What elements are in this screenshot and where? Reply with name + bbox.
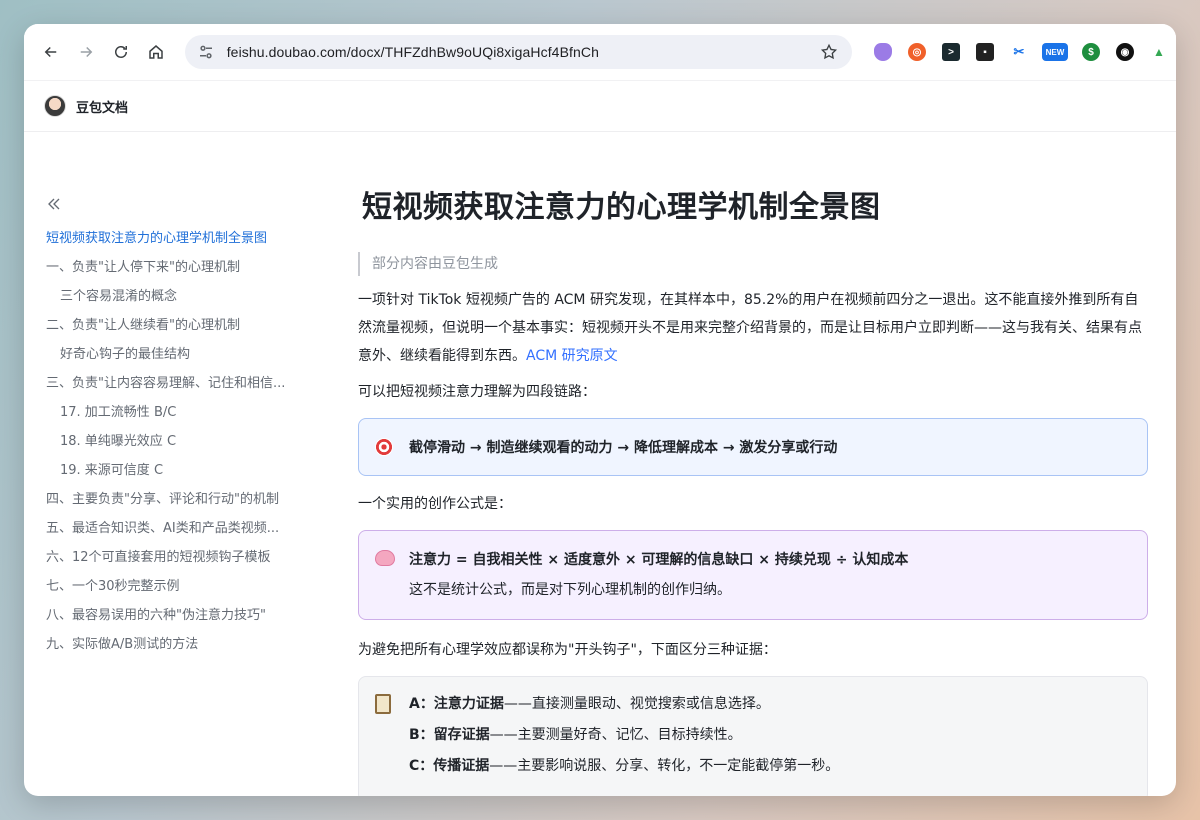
home-button[interactable] bbox=[140, 35, 173, 69]
evidence-intro: 为避免把所有心理学效应都误称为"开头钩子"，下面区分三种证据： bbox=[358, 642, 777, 658]
ext-orange-icon[interactable]: ◎ bbox=[908, 43, 926, 61]
outline-item[interactable]: 九、实际做A/B测试的方法 bbox=[42, 630, 312, 659]
collapse-outline-icon[interactable] bbox=[44, 194, 64, 214]
brain-icon bbox=[375, 550, 395, 570]
reload-icon bbox=[114, 46, 127, 58]
formula-line: 注意力 = 自我相关性 × 适度意外 × 可理解的信息缺口 × 持续兑现 ÷ 认… bbox=[409, 552, 909, 568]
back-button[interactable] bbox=[34, 35, 67, 69]
outline-item[interactable]: 好奇心钩子的最佳结构 bbox=[42, 340, 312, 369]
app-header: 豆包文档 bbox=[24, 80, 1176, 132]
ext-dark-icon[interactable]: ◉ bbox=[1116, 43, 1134, 61]
formula-intro: 一个实用的创作公式是： bbox=[358, 496, 512, 512]
evidence-c: C：传播证据——主要影响说服、分享、转化，不一定能截停第一秒。 bbox=[409, 758, 840, 774]
page-title: 短视频获取注意力的心理学机制全景图 bbox=[362, 190, 881, 225]
outline-item[interactable]: 六、12个可直接套用的短视频钩子模板 bbox=[42, 543, 312, 572]
home-icon bbox=[149, 45, 163, 59]
ext-purple-icon[interactable] bbox=[874, 43, 892, 61]
outline-item[interactable]: 18. 单纯曝光效应 C bbox=[42, 427, 312, 456]
evidence-a: A：注意力证据——直接测量眼动、视觉搜索或信息选择。 bbox=[409, 696, 770, 712]
browser-toolbar: feishu.doubao.com/docx/THFZdhBw9oUQi8xig… bbox=[24, 24, 1176, 80]
ai-generated-quote: 部分内容由豆包生成 bbox=[358, 252, 1148, 276]
ext-terminal-icon[interactable]: > bbox=[942, 43, 960, 61]
clipboard-icon bbox=[375, 694, 395, 714]
outline-item[interactable]: 七、一个30秒完整示例 bbox=[42, 572, 312, 601]
outline-item[interactable]: 三、负责"让内容容易理解、记住和相信... bbox=[42, 369, 312, 398]
ext-scissors-icon[interactable]: ✂ bbox=[1010, 43, 1028, 61]
address-bar[interactable]: feishu.doubao.com/docx/THFZdhBw9oUQi8xig… bbox=[184, 35, 852, 69]
evidence-b: B：留存证据——主要测量好奇、记忆、目标持续性。 bbox=[409, 727, 742, 743]
site-settings-icon[interactable] bbox=[197, 43, 215, 61]
document-outline: 短视频获取注意力的心理学机制全景图 一、负责"让人停下来"的心理机制 三个容易混淆的… bbox=[42, 194, 312, 659]
outline-item[interactable]: 八、最容易误用的六种"伪注意力技巧" bbox=[42, 601, 312, 630]
ext-new-icon[interactable]: NEW bbox=[1042, 43, 1068, 61]
ext-leaf-icon[interactable]: ▲ bbox=[1150, 43, 1168, 61]
chain-intro: 可以把短视频注意力理解为四段链路： bbox=[358, 384, 596, 400]
extensions-bar: ◎ > ▪ ✂ NEW $ ◉ ▲ bbox=[866, 43, 1176, 61]
bookmark-star-icon[interactable] bbox=[820, 43, 838, 61]
intro-paragraph: 一项针对 TikTok 短视频广告的 ACM 研究发现，在其样本中，85.2%的… bbox=[358, 286, 1148, 370]
ext-green-icon[interactable]: $ bbox=[1082, 43, 1100, 61]
ext-dots-icon[interactable]: ▪ bbox=[976, 43, 994, 61]
outline-item[interactable]: 三个容易混淆的概念 bbox=[42, 282, 312, 311]
formula-callout: 注意力 = 自我相关性 × 适度意外 × 可理解的信息缺口 × 持续兑现 ÷ 认… bbox=[358, 530, 1148, 620]
document-body: 短视频获取注意力的心理学机制全景图 部分内容由豆包生成 一项针对 TikTok … bbox=[358, 184, 1148, 796]
chain-callout-text: 截停滑动 → 制造继续观看的动力 → 降低理解成本 → 激发分享或行动 bbox=[409, 440, 838, 456]
outline-list: 短视频获取注意力的心理学机制全景图 一、负责"让人停下来"的心理机制 三个容易混淆的… bbox=[42, 224, 312, 659]
acm-source-link[interactable]: ACM 研究原文 bbox=[526, 348, 618, 364]
outline-item[interactable]: 17. 加工流畅性 B/C bbox=[42, 398, 312, 427]
outline-item[interactable]: 二、负责"让人继续看"的心理机制 bbox=[42, 311, 312, 340]
outline-item[interactable]: 四、主要负责"分享、评论和行动"的机制 bbox=[42, 485, 312, 514]
browser-window: feishu.doubao.com/docx/THFZdhBw9oUQi8xig… bbox=[24, 24, 1176, 796]
intro-text: 一项针对 TikTok 短视频广告的 ACM 研究发现，在其样本中，85.2%的… bbox=[358, 292, 1142, 364]
app-name[interactable]: 豆包文档 bbox=[76, 97, 128, 116]
url-text[interactable]: feishu.doubao.com/docx/THFZdhBw9oUQi8xig… bbox=[227, 44, 599, 60]
outline-item[interactable]: 五、最适合知识类、AI类和产品类视频... bbox=[42, 514, 312, 543]
avatar[interactable] bbox=[44, 95, 66, 117]
arrow-right-icon bbox=[80, 46, 93, 58]
outline-item[interactable]: 短视频获取注意力的心理学机制全景图 bbox=[42, 224, 312, 253]
formula-note: 这不是统计公式，而是对下列心理机制的创作归纳。 bbox=[409, 582, 731, 598]
chain-callout: 截停滑动 → 制造继续观看的动力 → 降低理解成本 → 激发分享或行动 bbox=[358, 418, 1148, 476]
arrow-left-icon bbox=[44, 46, 56, 58]
evidence-callout: A：注意力证据——直接测量眼动、视觉搜索或信息选择。 B：留存证据——主要测量好… bbox=[358, 676, 1148, 796]
reload-button[interactable] bbox=[104, 35, 137, 69]
outline-item[interactable]: 一、负责"让人停下来"的心理机制 bbox=[42, 253, 312, 282]
outline-item[interactable]: 19. 来源可信度 C bbox=[42, 456, 312, 485]
forward-button[interactable] bbox=[69, 35, 102, 69]
target-icon bbox=[375, 438, 395, 458]
